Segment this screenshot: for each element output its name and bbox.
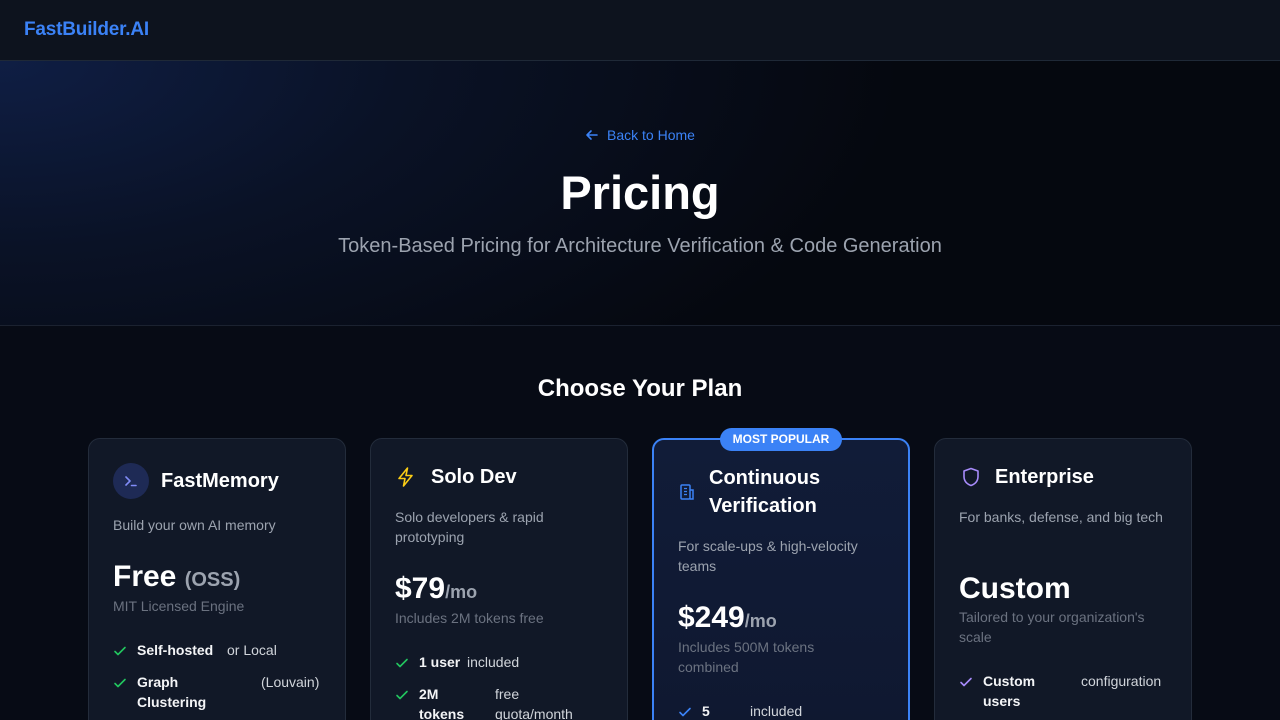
price-note: MIT Licensed Engine xyxy=(113,598,245,614)
shield-icon xyxy=(963,467,979,487)
feature-strong: Graph Clustering xyxy=(137,674,207,710)
price-unit: /mo xyxy=(445,582,478,602)
check-icon xyxy=(114,646,126,656)
top-navbar: FastBuilder.AI xyxy=(0,0,1280,61)
arrow-left-icon xyxy=(586,130,598,140)
plan-name: FastMemory xyxy=(161,470,279,492)
check-icon xyxy=(114,678,126,688)
plan-description: For scale-ups & high-velocity teams xyxy=(678,538,858,574)
check-icon xyxy=(396,658,408,668)
plan-price: Free (OSS) xyxy=(113,560,240,594)
check-icon xyxy=(396,690,408,700)
hero-section: Back to Home Pricing Token-Based Pricing… xyxy=(0,61,1280,326)
feature-strong: Self-hosted xyxy=(137,642,214,658)
feature-item: Custom users configuration xyxy=(959,671,1171,711)
feature-text: included xyxy=(750,703,803,719)
plan-name: Continuous Verification xyxy=(709,467,821,517)
price-value: $249 xyxy=(678,601,745,634)
plan-description: For banks, defense, and big tech xyxy=(959,509,1163,525)
plan-name: Enterprise xyxy=(995,466,1094,488)
plan-price: $249/mo xyxy=(678,601,777,635)
feature-text: or Local xyxy=(227,642,277,658)
feature-text: configuration xyxy=(1081,673,1162,689)
back-link-label: Back to Home xyxy=(607,127,695,143)
plan-card-solo-dev: Solo Dev Solo developers & rapid prototy… xyxy=(370,438,628,720)
price-suffix: (OSS) xyxy=(184,569,241,591)
price-note: Tailored to your organization's scale xyxy=(959,609,1145,645)
feature-strong: 1 user xyxy=(419,654,461,670)
brand-logo[interactable]: FastBuilder.AI xyxy=(24,19,149,41)
price-value: $79 xyxy=(395,572,446,605)
price-value: Free xyxy=(113,560,177,593)
feature-item: Self-hosted or Local xyxy=(113,640,325,660)
plan-icon-badge xyxy=(113,463,149,499)
building-icon xyxy=(680,484,694,500)
plan-price: Custom xyxy=(959,572,1071,605)
price-unit: /mo xyxy=(744,611,777,631)
plan-card-fastmemory: FastMemory Build your own AI memory Free… xyxy=(88,438,346,720)
page-title: Pricing xyxy=(560,166,720,219)
price-note: Includes 2M tokens free xyxy=(395,610,544,626)
terminal-icon xyxy=(125,476,137,487)
feature-item: 5 included xyxy=(678,701,890,720)
feature-strong: 2M tokens xyxy=(419,686,465,720)
plan-price: $79/mo xyxy=(395,572,477,606)
feature-item: 2M tokens free quota/month xyxy=(395,684,607,720)
bolt-icon xyxy=(398,467,413,487)
plan-name: Solo Dev xyxy=(431,466,517,488)
price-note: Includes 500M tokens combined xyxy=(678,639,815,675)
plan-card-enterprise: Enterprise For banks, defense, and big t… xyxy=(934,438,1192,720)
plan-description: Solo developers & rapid prototyping xyxy=(395,509,544,545)
plans-heading: Choose Your Plan xyxy=(537,375,743,402)
feature-item: 1 user included xyxy=(395,652,607,672)
plan-description: Build your own AI memory xyxy=(113,517,276,533)
page-subtitle: Token-Based Pricing for Architecture Ver… xyxy=(338,235,942,257)
most-popular-badge: MOST POPULAR xyxy=(720,428,842,451)
back-to-home-link[interactable]: Back to Home xyxy=(0,127,1280,143)
check-icon xyxy=(960,677,972,687)
feature-strong: Custom users xyxy=(983,673,1036,709)
check-icon xyxy=(679,707,691,717)
feature-text: free quota/month xyxy=(495,686,573,720)
feature-item: Graph Clustering (Louvain) xyxy=(113,672,325,712)
feature-strong: 5 xyxy=(702,703,710,719)
plan-card-continuous-verification: Continuous Verification For scale-ups & … xyxy=(652,438,910,720)
feature-text: included xyxy=(467,654,520,670)
feature-text: (Louvain) xyxy=(261,674,320,690)
